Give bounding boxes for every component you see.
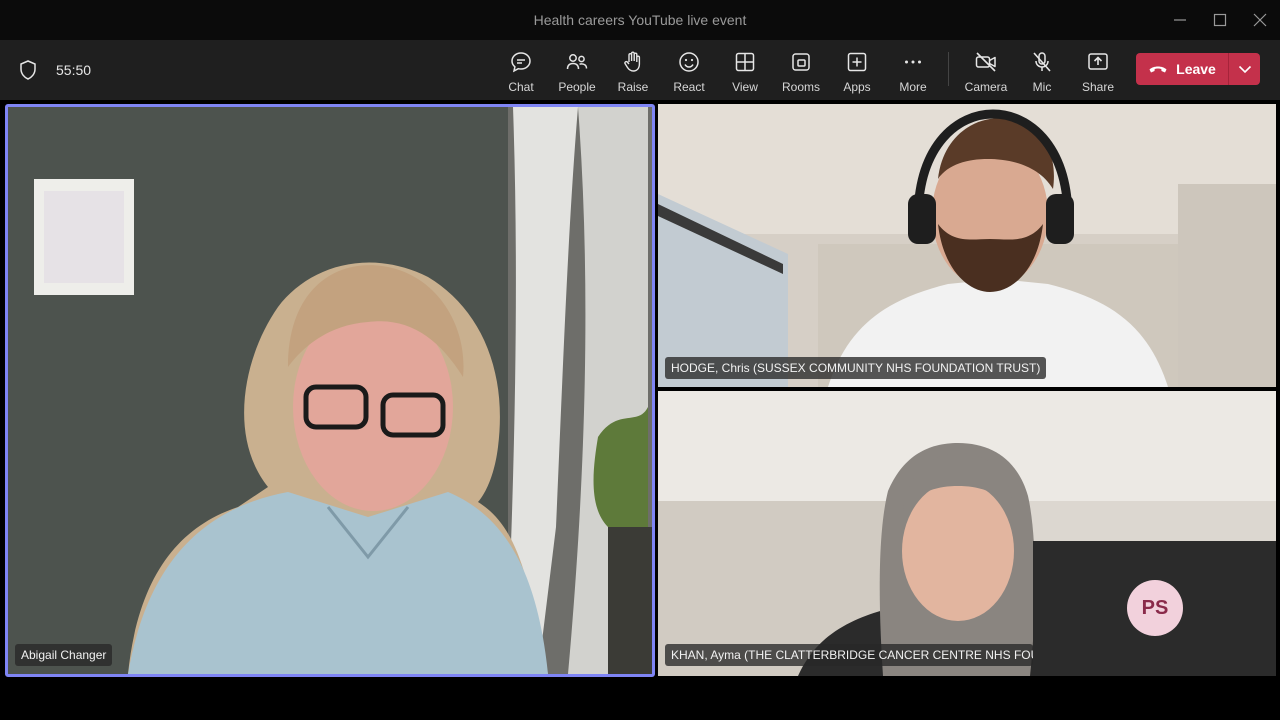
- chat-label: Chat: [508, 80, 534, 94]
- meeting-timer: 55:50: [56, 62, 92, 78]
- view-label: View: [732, 80, 758, 94]
- rooms-label: Rooms: [781, 80, 820, 94]
- close-icon: [1253, 13, 1267, 27]
- view-button[interactable]: View: [717, 48, 773, 94]
- maximize-button[interactable]: [1208, 8, 1232, 32]
- mic-label: Mic: [1032, 80, 1052, 94]
- bottom-bar: [0, 680, 1280, 720]
- react-button[interactable]: React: [661, 48, 717, 94]
- video-tile-abigail[interactable]: Abigail Changer: [5, 104, 655, 677]
- minimize-icon: [1174, 19, 1186, 21]
- chat-icon: [511, 52, 531, 73]
- shield-icon[interactable]: [19, 60, 37, 80]
- share-button[interactable]: Share: [1070, 48, 1126, 94]
- participant-video-abigail: [8, 107, 652, 674]
- camera-off-icon: [975, 52, 996, 72]
- more-label: More: [899, 80, 927, 94]
- smiley-icon: [679, 52, 699, 72]
- mic-button[interactable]: Mic: [1014, 48, 1070, 94]
- window-title: Health careers YouTube live event: [533, 12, 747, 28]
- rooms-icon: [792, 53, 810, 71]
- close-window-button[interactable]: [1248, 8, 1272, 32]
- chevron-down-icon: [1238, 65, 1251, 74]
- window-titlebar: Health careers YouTube live event: [0, 0, 1280, 40]
- mic-off-icon: [1033, 52, 1051, 72]
- rooms-button[interactable]: Rooms: [773, 48, 829, 94]
- minimize-button[interactable]: [1168, 8, 1192, 32]
- toolbar-divider: [948, 52, 949, 86]
- hand-icon: [624, 51, 641, 72]
- people-label: People: [558, 80, 596, 94]
- participant-name-abigail: Abigail Changer: [15, 644, 113, 666]
- share-label: Share: [1081, 80, 1115, 94]
- participant-video-chris: [658, 104, 1276, 387]
- participant-name-ayma: KHAN, Ayma (THE CLATTERBRIDGE CANCER CEN…: [665, 644, 1033, 666]
- react-label: React: [673, 80, 705, 94]
- raise-label: Raise: [617, 80, 649, 94]
- leave-label: Leave: [1176, 61, 1216, 77]
- leave-button[interactable]: Leave: [1136, 53, 1228, 85]
- camera-label: Camera: [964, 80, 1008, 94]
- maximize-icon: [1213, 13, 1227, 27]
- ellipsis-icon: [905, 60, 921, 64]
- share-tray-icon: [1088, 53, 1108, 70]
- participant-name-chris: HODGE, Chris (SUSSEX COMMUNITY NHS FOUND…: [665, 357, 1047, 379]
- chat-button[interactable]: Chat: [493, 48, 549, 94]
- plus-square-icon: [847, 52, 867, 72]
- people-icon: [566, 54, 588, 70]
- leave-button-group: Leave: [1136, 53, 1260, 85]
- apps-button[interactable]: Apps: [829, 48, 885, 94]
- apps-label: Apps: [843, 80, 871, 94]
- leave-options-button[interactable]: [1229, 53, 1260, 85]
- raise-hand-button[interactable]: Raise: [605, 48, 661, 94]
- people-button[interactable]: People: [549, 48, 605, 94]
- grid-icon: [735, 52, 755, 72]
- avatar-ps: PS: [1127, 580, 1183, 636]
- more-button[interactable]: More: [885, 48, 941, 94]
- phone-hangup-icon: [1149, 66, 1167, 73]
- video-tile-chris[interactable]: HODGE, Chris (SUSSEX COMMUNITY NHS FOUND…: [658, 104, 1276, 387]
- camera-button[interactable]: Camera: [958, 48, 1014, 94]
